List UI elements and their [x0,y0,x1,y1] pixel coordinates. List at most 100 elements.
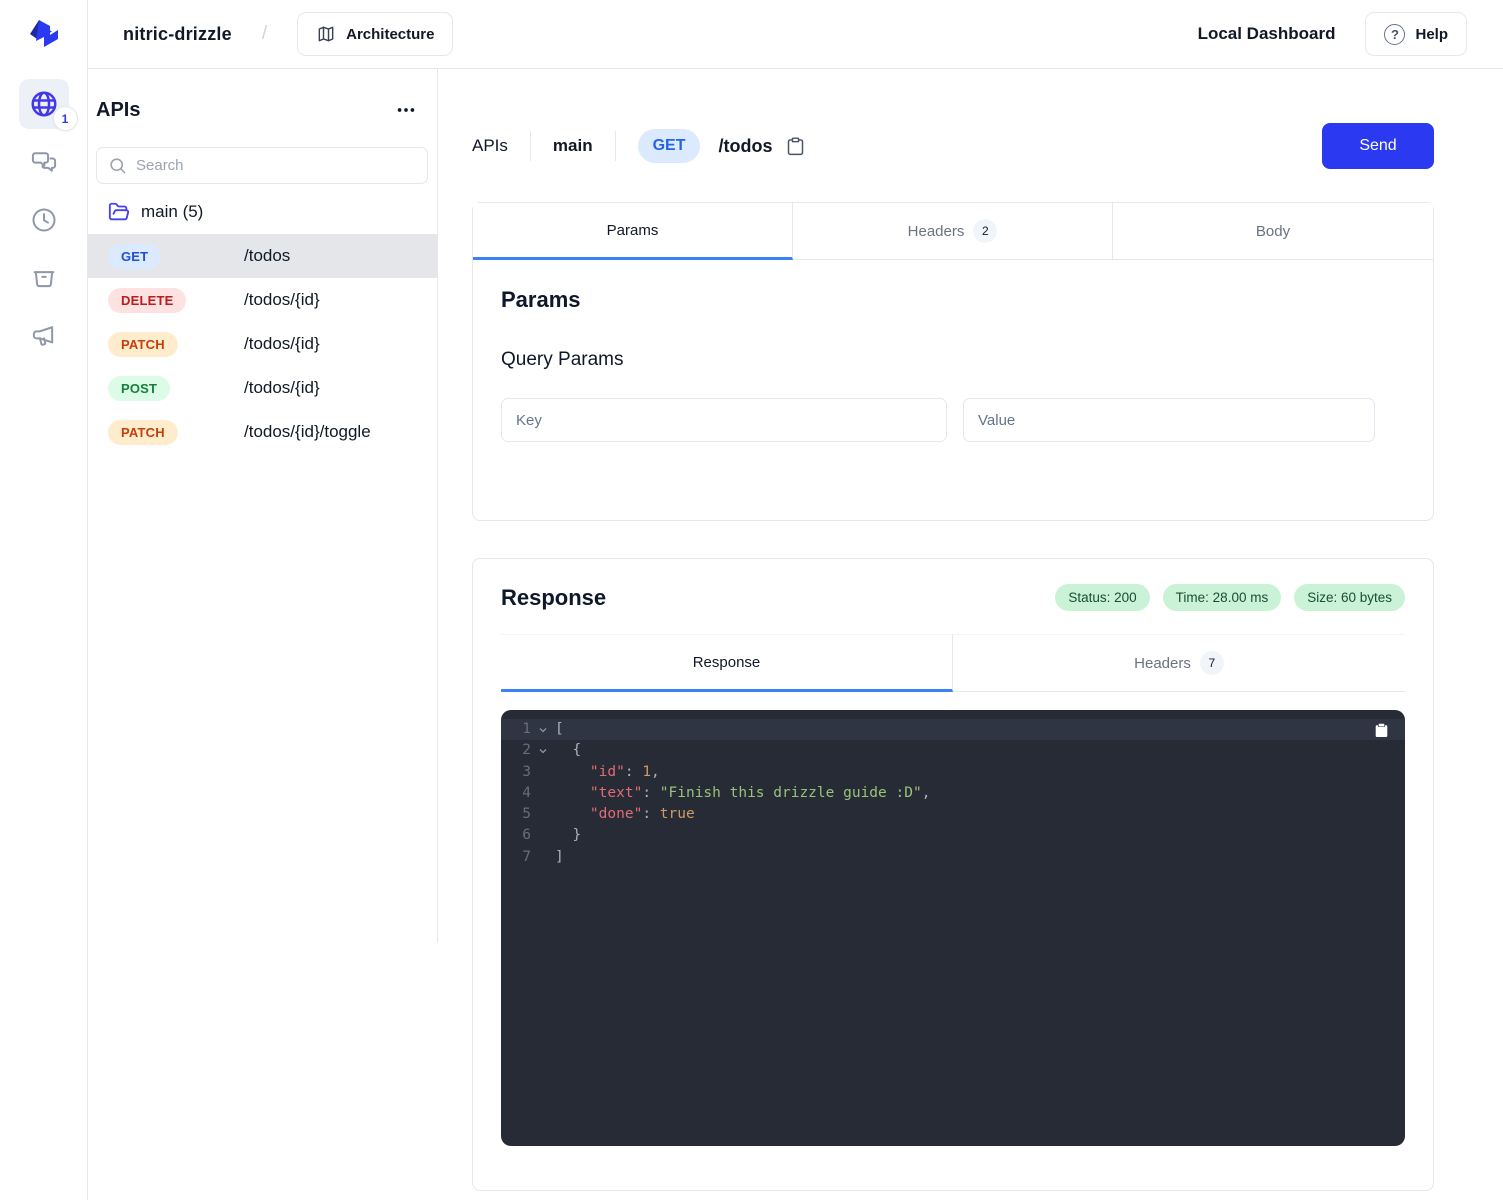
rail-nav: 1 [19,79,69,361]
code-text: { [555,740,581,761]
send-button[interactable]: Send [1322,123,1434,169]
response-status-pills: Status: 200 Time: 28.00 ms Size: 60 bytes [1055,584,1405,611]
sidebar-title: APIs [96,99,140,122]
main-panel: APIs main GET /todos Send [437,69,1503,1200]
status-pill: Size: 60 bytes [1294,584,1405,611]
response-tabs: Response Headers 7 [501,634,1405,692]
code-text: "id": 1, [555,762,660,783]
code-text: [ [555,719,564,740]
rail-item-apis[interactable]: 1 [19,79,69,129]
rail-item-schedules[interactable] [19,195,69,245]
box-icon [30,264,58,292]
status-pill: Time: 28.00 ms [1163,584,1282,611]
params-title: Params [501,287,1405,313]
method-badge: PATCH [108,332,178,357]
tab-label: Headers [1134,655,1191,672]
endpoint-route: /todos [244,246,290,266]
query-value-input[interactable] [963,398,1375,442]
architecture-label: Architecture [346,26,434,43]
ellipsis-icon [395,99,417,121]
endpoint-row[interactable]: PATCH/todos/{id} [88,322,437,366]
app-root: 1 nitric-drizzle / Architecture Local Da… [0,0,1503,1200]
tab-label: Params [607,222,659,239]
fold-spacer [531,847,555,868]
method-badge: GET [108,244,161,269]
question-icon: ? [1384,24,1405,45]
request-tabs: Params Headers2 Body [473,203,1433,260]
request-card: ParamsHeaders2Body Params Query Params [472,202,1434,521]
endpoint-list: GET/todosDELETE/todos/{id}PATCH/todos/{i… [88,234,437,454]
count-badge: 1 [53,106,78,131]
line-number: 2 [515,740,531,761]
response-title: Response [501,585,606,611]
line-number: 3 [515,762,531,783]
method-badge: POST [108,376,170,401]
line-number: 1 [515,719,531,740]
api-group-label: main (5) [141,202,203,222]
request-tab-body[interactable]: Body [1113,203,1433,260]
line-number: 6 [515,825,531,846]
endpoint-row[interactable]: POST/todos/{id} [88,366,437,410]
api-group-main[interactable]: main (5) [88,184,437,234]
code-line: 2 { [501,740,1405,761]
query-key-input[interactable] [501,398,947,442]
rail-item-topics[interactable] [19,311,69,361]
copy-response-button[interactable] [1373,722,1390,739]
code-line: 3 "id": 1, [501,762,1405,783]
megaphone-icon [30,322,58,350]
sidebar-menu-button[interactable] [391,95,421,125]
fold-spacer [531,804,555,825]
status-pill: Status: 200 [1055,584,1149,611]
tab-label: Body [1256,223,1290,240]
tab-count-badge: 2 [973,219,997,243]
nav-rail: 1 [0,0,88,1200]
request-tab-params[interactable]: Params [473,203,793,260]
endpoint-route: /todos/{id} [244,290,320,310]
fold-chevron-icon[interactable] [531,740,555,761]
rail-item-storage[interactable] [19,253,69,303]
endpoint-row[interactable]: GET/todos [88,234,437,278]
code-text: "done": true [555,804,695,825]
project-name: nitric-drizzle [123,24,232,45]
nitric-logo-icon[interactable] [26,13,62,53]
endpoint-route: /todos/{id} [244,378,320,398]
code-line: 5 "done": true [501,804,1405,825]
search-icon [108,156,127,175]
endpoint-row[interactable]: PATCH/todos/{id}/toggle [88,410,437,454]
architecture-button[interactable]: Architecture [297,12,453,56]
folder-open-icon [108,201,130,223]
endpoint-row[interactable]: DELETE/todos/{id} [88,278,437,322]
request-method-badge[interactable]: GET [638,129,701,163]
rail-item-websockets[interactable] [19,137,69,187]
code-line: 6 } [501,825,1405,846]
copy-path-button[interactable] [785,136,806,157]
response-tab-response[interactable]: Response [501,635,953,692]
clock-icon [30,206,58,234]
endpoint-route: /todos/{id} [244,334,320,354]
response-code: 1[2 {3 "id": 1,4 "text": "Finish this dr… [501,710,1405,1146]
sidebar: APIs [88,69,437,1200]
tab-count-badge: 7 [1200,651,1224,675]
breadcrumb-api: main [553,136,593,156]
request-path: /todos [718,136,772,157]
chat-icon [30,148,58,176]
code-line: 1[ [501,719,1405,740]
search-input[interactable] [136,157,416,174]
help-button[interactable]: ? Help [1365,12,1467,56]
response-tab-headers[interactable]: Headers 7 [953,635,1405,692]
request-bar: APIs main GET /todos Send [472,123,1434,169]
breadcrumb-separator: / [262,23,267,45]
code-text: } [555,825,581,846]
divider [615,131,616,161]
method-badge: PATCH [108,420,178,445]
breadcrumb-section: APIs [472,136,508,156]
fold-spacer [531,762,555,783]
endpoint-route: /todos/{id}/toggle [244,422,371,442]
topbar: nitric-drizzle / Architecture Local Dash… [88,0,1503,69]
request-tab-headers[interactable]: Headers2 [793,203,1113,260]
line-number: 4 [515,783,531,804]
divider [530,131,531,161]
fold-chevron-icon[interactable] [531,719,555,740]
fold-spacer [531,825,555,846]
line-number: 5 [515,804,531,825]
